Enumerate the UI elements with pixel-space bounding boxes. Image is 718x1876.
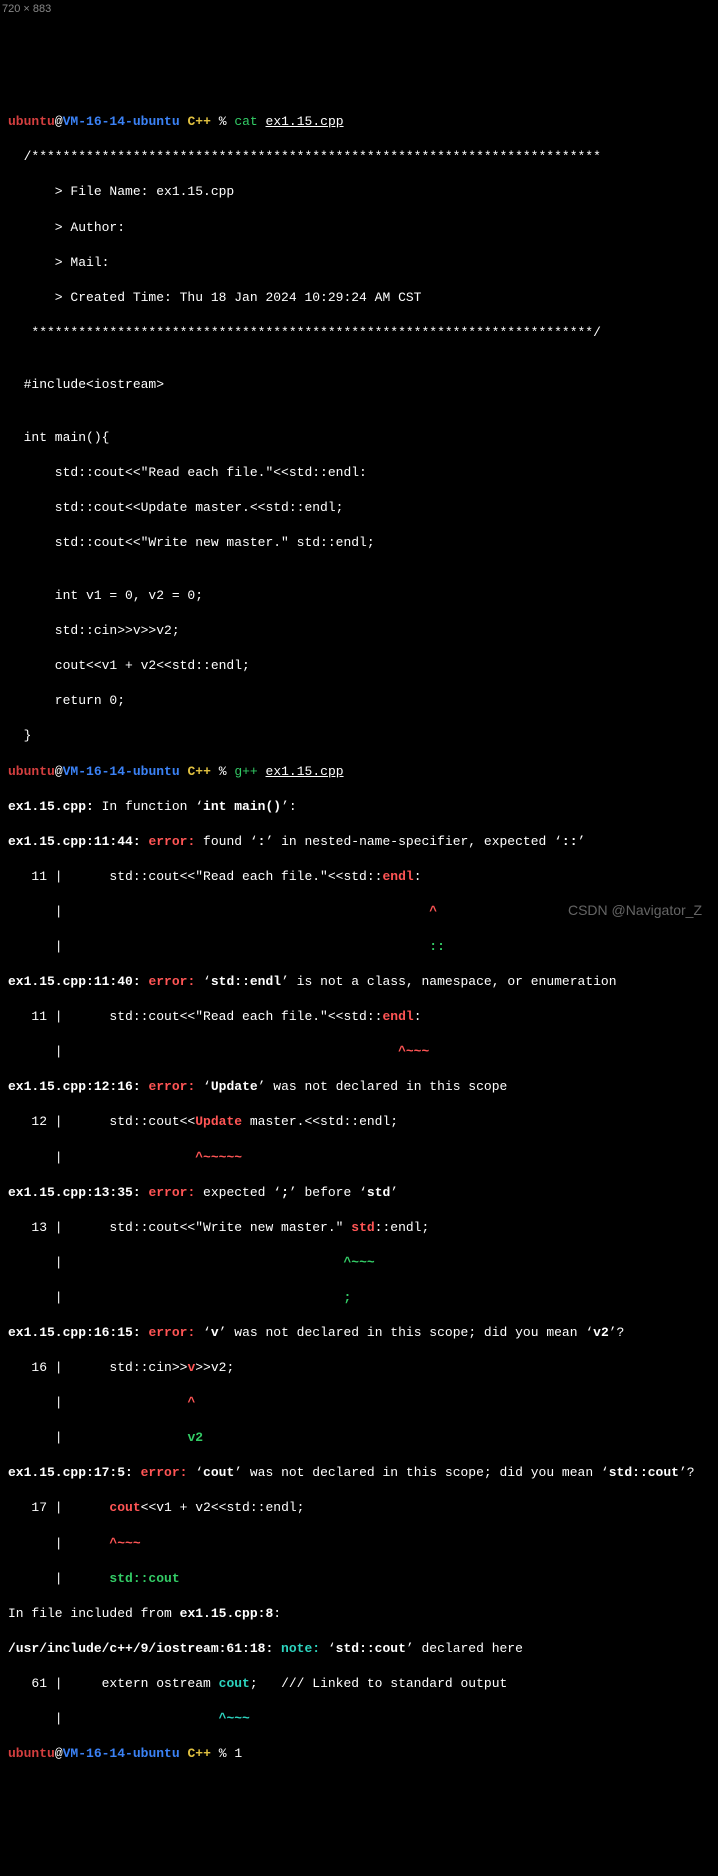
error-4-caret: | ^~~~	[8, 1254, 710, 1272]
error-4-fix: | ;	[8, 1289, 710, 1307]
error-6-header: ex1.15.cpp:17:5: error: ‘cout’ was not d…	[8, 1464, 710, 1482]
code-line: cout<<v1 + v2<<std::endl;	[8, 657, 710, 675]
include-line: #include<iostream>	[8, 376, 710, 394]
error-5-code: 16 | std::cin>>v>>v2;	[8, 1359, 710, 1377]
error-4-header: ex1.15.cpp:13:35: error: expected ‘;’ be…	[8, 1184, 710, 1202]
comment-file: > File Name: ex1.15.cpp	[8, 183, 710, 201]
main-line: int main(){	[8, 429, 710, 447]
comment-top: /***************************************…	[8, 148, 710, 166]
code-line: std::cin>>v>>v2;	[8, 622, 710, 640]
watermark: CSDN @Navigator_Z	[568, 901, 702, 920]
error-3-caret: | ^~~~~~	[8, 1149, 710, 1167]
note-code: 61 | extern ostream cout; /// Linked to …	[8, 1675, 710, 1693]
prompt-line-3: ubuntu@VM-16-14-ubuntu C++ % 1	[8, 1745, 710, 1763]
error-5-header: ex1.15.cpp:16:15: error: ‘v’ was not dec…	[8, 1324, 710, 1342]
included-from: In file included from ex1.15.cpp:8:	[8, 1605, 710, 1623]
code-line: return 0;	[8, 692, 710, 710]
error-5-fix: | v2	[8, 1429, 710, 1447]
code-line: std::cout<<"Write new master." std::endl…	[8, 534, 710, 552]
error-3-header: ex1.15.cpp:12:16: error: ‘Update’ was no…	[8, 1078, 710, 1096]
error-1-header: ex1.15.cpp:11:44: error: found ‘:’ in ne…	[8, 833, 710, 851]
error-1-fix: | ::	[8, 938, 710, 956]
code-line: }	[8, 727, 710, 745]
comment-time: > Created Time: Thu 18 Jan 2024 10:29:24…	[8, 289, 710, 307]
prompt-line-2: ubuntu@VM-16-14-ubuntu C++ % g++ ex1.15.…	[8, 763, 710, 781]
error-2-header: ex1.15.cpp:11:40: error: ‘std::endl’ is …	[8, 973, 710, 991]
comment-mail: > Mail:	[8, 254, 710, 272]
error-4-code: 13 | std::cout<<"Write new master." std:…	[8, 1219, 710, 1237]
comment-author: > Author:	[8, 219, 710, 237]
note-header: /usr/include/c++/9/iostream:61:18: note:…	[8, 1640, 710, 1658]
error-6-caret: | ^~~~	[8, 1535, 710, 1553]
code-line: std::cout<<Update master.<<std::endl;	[8, 499, 710, 517]
dimensions-label: 720 × 883	[2, 2, 51, 17]
comment-bottom: ****************************************…	[8, 324, 710, 342]
error-5-caret: | ^	[8, 1394, 710, 1412]
error-function-header: ex1.15.cpp: In function ‘int main()’:	[8, 798, 710, 816]
error-1-code: 11 | std::cout<<"Read each file."<<std::…	[8, 868, 710, 886]
error-2-caret: | ^~~~	[8, 1043, 710, 1061]
code-line: int v1 = 0, v2 = 0;	[8, 587, 710, 605]
note-caret: | ^~~~	[8, 1710, 710, 1728]
prompt-line-1: ubuntu@VM-16-14-ubuntu C++ % cat ex1.15.…	[8, 113, 710, 131]
error-6-fix: | std::cout	[8, 1570, 710, 1588]
error-6-code: 17 | cout<<v1 + v2<<std::endl;	[8, 1499, 710, 1517]
error-3-code: 12 | std::cout<<Update master.<<std::end…	[8, 1113, 710, 1131]
error-2-code: 11 | std::cout<<"Read each file."<<std::…	[8, 1008, 710, 1026]
code-line: std::cout<<"Read each file."<<std::endl:	[8, 464, 710, 482]
